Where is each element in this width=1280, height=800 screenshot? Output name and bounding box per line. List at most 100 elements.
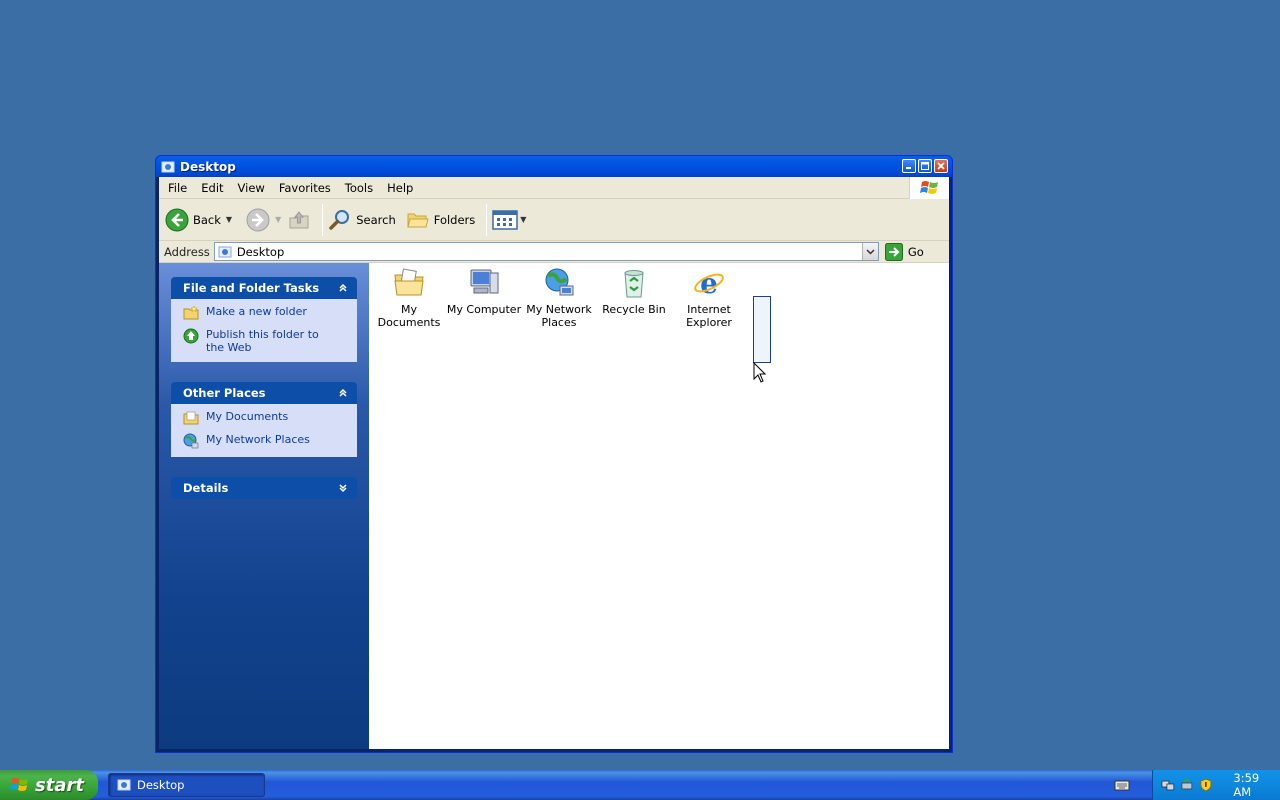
- start-button[interactable]: start: [0, 770, 98, 800]
- desktop-item-label: My Network Places: [526, 303, 592, 329]
- place-label: My Documents: [206, 410, 289, 423]
- desktop-item-internet-explorer[interactable]: e Internet Explorer: [671, 267, 747, 329]
- safely-remove-hardware-icon[interactable]: [1180, 778, 1194, 792]
- task-make-new-folder[interactable]: Make a new folder: [183, 305, 357, 321]
- windows-flag-icon: [919, 181, 938, 194]
- views-button[interactable]: ▼: [492, 209, 526, 231]
- desktop-item-my-documents[interactable]: My Documents: [371, 267, 447, 329]
- place-my-network-places[interactable]: My Network Places: [183, 433, 357, 449]
- desktop-folder-icon: [218, 246, 232, 257]
- file-folder-tasks-panel: File and Folder Tasks Make a new folder: [171, 277, 357, 362]
- up-folder-icon: [289, 210, 309, 228]
- toolbar-separator: [486, 203, 488, 236]
- folders-label: Folders: [433, 212, 476, 227]
- svg-text:e: e: [700, 267, 718, 299]
- chevron-down-icon: [866, 248, 875, 255]
- taskbar-window-label: Desktop: [137, 778, 185, 792]
- desktop-folder-icon: [161, 161, 175, 172]
- taskbar: start Desktop 3:59 AM: [0, 770, 1280, 800]
- my-documents-icon: [394, 268, 424, 296]
- desktop-item-my-computer[interactable]: My Computer: [446, 267, 522, 316]
- panel-title: File and Folder Tasks: [183, 281, 320, 295]
- my-network-places-icon: [545, 268, 574, 296]
- panel-body: My Documents My Network Places: [171, 404, 357, 457]
- search-button[interactable]: Search: [328, 208, 396, 232]
- panel-title: Other Places: [183, 386, 266, 400]
- clock[interactable]: 3:59 AM: [1233, 771, 1280, 799]
- minimize-button[interactable]: [902, 159, 916, 173]
- collapse-icon[interactable]: [335, 280, 351, 296]
- task-pane: File and Folder Tasks Make a new folder: [159, 263, 369, 749]
- recycle-bin-icon: [624, 270, 644, 298]
- menu-file[interactable]: File: [159, 181, 194, 195]
- desktop-item-recycle-bin[interactable]: Recycle Bin: [596, 267, 672, 316]
- details-header[interactable]: Details: [171, 477, 357, 499]
- back-button[interactable]: Back ▼: [165, 208, 232, 232]
- task-label: Publish this folder to the Web: [206, 328, 319, 354]
- maximize-button[interactable]: [918, 159, 932, 173]
- desktop-item-label: My Documents: [377, 303, 441, 329]
- other-places-header[interactable]: Other Places: [171, 382, 357, 404]
- expand-icon[interactable]: [335, 480, 351, 496]
- collapse-icon[interactable]: [335, 385, 351, 401]
- network-connection-icon[interactable]: [1161, 778, 1175, 792]
- views-dropdown-icon[interactable]: ▼: [520, 215, 526, 224]
- close-button[interactable]: [934, 159, 948, 173]
- folders-button[interactable]: Folders: [406, 208, 476, 232]
- menu-bar: File Edit View Favorites Tools Help: [159, 177, 949, 199]
- my-documents-icon: [183, 411, 199, 425]
- menu-edit[interactable]: Edit: [194, 181, 230, 195]
- place-label: My Network Places: [206, 433, 310, 446]
- file-view[interactable]: My Documents My Computer My Network Plac…: [369, 263, 949, 749]
- task-label: Make a new folder: [206, 305, 307, 318]
- menu-favorites[interactable]: Favorites: [272, 181, 338, 195]
- window-title: Desktop: [180, 159, 236, 174]
- address-input[interactable]: Desktop: [213, 242, 879, 261]
- back-label: Back: [193, 212, 221, 227]
- forward-button[interactable]: ▼: [246, 208, 281, 232]
- menu-tools[interactable]: Tools: [338, 181, 380, 195]
- explorer-window: Desktop File Edit View Favorites Tools H…: [155, 155, 953, 753]
- go-button[interactable]: Go: [884, 242, 924, 261]
- address-dropdown-button[interactable]: [861, 243, 878, 260]
- standard-toolbar: Back ▼ ▼ Search Folders ▼: [159, 199, 949, 241]
- panel-body: Make a new folder Publish this folder to…: [171, 299, 357, 362]
- go-label: Go: [907, 244, 924, 259]
- forward-arrow-icon: [246, 208, 270, 231]
- my-computer-icon: [470, 269, 499, 294]
- menu-view[interactable]: View: [231, 181, 272, 195]
- minimize-icon: [906, 167, 911, 169]
- start-label: start: [35, 774, 84, 796]
- back-arrow-icon: [165, 208, 189, 231]
- address-bar: Address Desktop Go: [159, 241, 949, 263]
- details-panel: Details: [171, 477, 357, 499]
- place-my-documents[interactable]: My Documents: [183, 410, 357, 426]
- keyboard-icon[interactable]: [1114, 778, 1130, 792]
- mouse-cursor-icon: [753, 362, 767, 383]
- address-label: Address: [164, 244, 210, 259]
- windows-flag-icon: [10, 778, 28, 791]
- up-folder-button[interactable]: [287, 208, 311, 232]
- system-tray: 3:59 AM: [1152, 770, 1280, 800]
- desktop-item-label: My Computer: [446, 303, 522, 316]
- desktop-item-label: Internet Explorer: [686, 303, 732, 329]
- close-icon: [937, 162, 945, 170]
- new-folder-icon: [183, 305, 199, 320]
- task-publish-to-web[interactable]: Publish this folder to the Web: [183, 328, 357, 354]
- menu-help[interactable]: Help: [380, 181, 420, 195]
- folders-icon: [407, 213, 429, 227]
- file-folder-tasks-header[interactable]: File and Folder Tasks: [171, 277, 357, 299]
- maximize-icon: [921, 162, 929, 170]
- title-bar[interactable]: Desktop: [156, 156, 952, 177]
- panel-title: Details: [183, 481, 229, 495]
- toolbar-separator: [322, 203, 324, 236]
- desktop-item-my-network-places[interactable]: My Network Places: [521, 267, 597, 329]
- selection-rectangle: [753, 296, 771, 363]
- publish-web-icon: [183, 328, 199, 344]
- taskbar-window-desktop[interactable]: Desktop: [108, 773, 265, 797]
- search-icon: [329, 209, 350, 230]
- my-network-places-icon: [183, 433, 199, 449]
- address-value: Desktop: [236, 244, 285, 259]
- security-shield-icon[interactable]: [1199, 778, 1213, 792]
- back-dropdown-icon[interactable]: ▼: [226, 215, 232, 224]
